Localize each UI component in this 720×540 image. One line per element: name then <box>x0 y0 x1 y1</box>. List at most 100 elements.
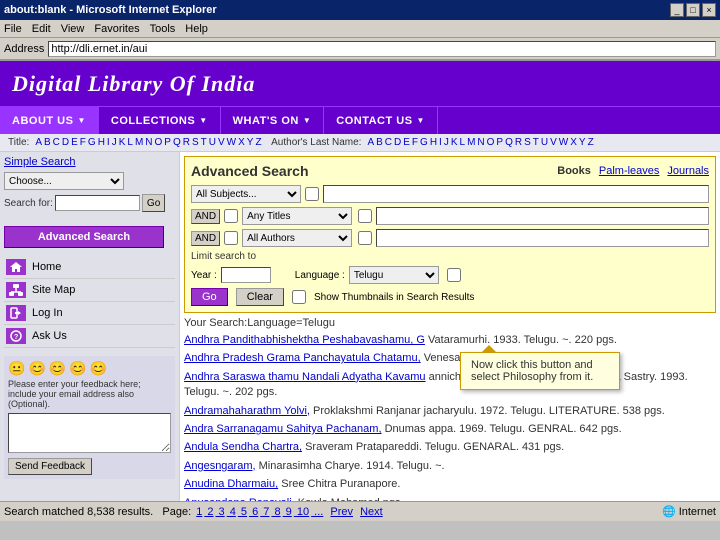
result-link[interactable]: Andula Sendha Chartra, <box>184 441 302 453</box>
author-alpha-Y[interactable]: Y <box>579 137 586 148</box>
result-link[interactable]: Anusandana Ranavali, <box>184 497 295 501</box>
adv-subject-input[interactable] <box>323 185 709 203</box>
adv-clear-button[interactable]: Clear <box>236 288 284 306</box>
adv-authors-select[interactable]: All Authors <box>242 229 352 247</box>
alpha-J[interactable]: J <box>112 137 117 148</box>
adv-tab-journals[interactable]: Journals <box>667 165 709 177</box>
author-alpha-F[interactable]: F <box>412 137 418 148</box>
result-link[interactable]: Andra Sarranagamu Sahitya Pachanam, <box>184 423 382 435</box>
adv-titles-check2[interactable] <box>358 209 372 223</box>
result-link[interactable]: Andhra Pandithabhishektha Peshabavashamu… <box>184 334 425 346</box>
adv-authors-check2[interactable] <box>358 231 372 245</box>
author-alpha-L[interactable]: L <box>460 137 466 148</box>
page-number-link[interactable]: 8 <box>271 506 280 518</box>
author-alpha-M[interactable]: M <box>467 137 475 148</box>
maximize-button[interactable]: □ <box>686 3 700 17</box>
feedback-textarea[interactable] <box>8 413 171 453</box>
page-number-link[interactable]: 7 <box>260 506 269 518</box>
simple-search-link[interactable]: Simple Search <box>4 156 175 168</box>
alpha-P[interactable]: P <box>164 137 171 148</box>
alpha-W[interactable]: W <box>227 137 236 148</box>
page-number-link[interactable]: 4 <box>227 506 236 518</box>
prev-link[interactable]: Prev <box>330 506 353 518</box>
alpha-G[interactable]: G <box>88 137 96 148</box>
sidebar-nav-login[interactable]: Log In <box>4 302 175 325</box>
alpha-M[interactable]: M <box>135 137 143 148</box>
adv-tab-palmleaves[interactable]: Palm-leaves <box>599 165 660 177</box>
alpha-F[interactable]: F <box>80 137 86 148</box>
advanced-search-button[interactable]: Advanced Search <box>4 226 164 248</box>
alpha-L[interactable]: L <box>127 137 133 148</box>
author-alpha-B[interactable]: B <box>376 137 383 148</box>
page-number-link[interactable]: 9 <box>283 506 292 518</box>
alpha-A[interactable]: A <box>35 137 42 148</box>
result-link[interactable]: Angesngaram, <box>184 460 256 472</box>
result-link[interactable]: Andhra Pradesh Grama Panchayatula Chatam… <box>184 352 421 364</box>
address-input[interactable] <box>48 41 716 57</box>
result-link[interactable]: Anudina Dharmaiu, <box>184 478 278 490</box>
alpha-Q[interactable]: Q <box>173 137 181 148</box>
menu-help[interactable]: Help <box>185 23 208 35</box>
author-alpha-P[interactable]: P <box>496 137 503 148</box>
author-alpha-Q[interactable]: Q <box>505 137 513 148</box>
adv-authors-checkbox[interactable] <box>224 231 238 245</box>
year-input[interactable] <box>221 267 271 283</box>
alpha-T[interactable]: T <box>201 137 207 148</box>
adv-titles-input[interactable] <box>376 207 709 225</box>
alpha-C[interactable]: C <box>53 137 60 148</box>
alpha-R[interactable]: R <box>183 137 190 148</box>
author-alpha-W[interactable]: W <box>559 137 568 148</box>
adv-tab-books[interactable]: Books <box>557 165 591 177</box>
author-alpha-H[interactable]: H <box>430 137 437 148</box>
author-alpha-N[interactable]: N <box>477 137 484 148</box>
nav-contact[interactable]: CONTACT US ▼ <box>324 107 438 134</box>
lang-checkbox[interactable] <box>447 268 461 282</box>
lang-select[interactable]: Telugu <box>349 266 439 284</box>
author-alpha-Z[interactable]: Z <box>588 137 594 148</box>
alpha-O[interactable]: O <box>155 137 163 148</box>
alpha-Z[interactable]: Z <box>255 137 261 148</box>
alpha-H[interactable]: H <box>98 137 105 148</box>
nav-about[interactable]: ABOUT US ▼ <box>0 107 99 134</box>
author-alpha-U[interactable]: U <box>541 137 548 148</box>
adv-subject-select[interactable]: All Subjects... <box>191 185 301 203</box>
result-link[interactable]: Andramahaharathm Yolvi, <box>184 405 310 417</box>
page-number-link[interactable]: 3 <box>216 506 225 518</box>
author-alpha-R[interactable]: R <box>515 137 522 148</box>
author-alpha-G[interactable]: G <box>420 137 428 148</box>
author-alpha-D[interactable]: D <box>394 137 401 148</box>
alpha-K[interactable]: K <box>119 137 126 148</box>
thumbnail-checkbox[interactable] <box>292 290 306 304</box>
alpha-I[interactable]: I <box>107 137 110 148</box>
alpha-Y[interactable]: Y <box>247 137 254 148</box>
alpha-B[interactable]: B <box>44 137 51 148</box>
page-number-link[interactable]: ... <box>311 506 323 518</box>
page-number-link[interactable]: 2 <box>204 506 213 518</box>
next-link[interactable]: Next <box>360 506 383 518</box>
result-link[interactable]: Andhra Saraswa thamu Nandali Adyatha Kav… <box>184 371 426 383</box>
alpha-X[interactable]: X <box>238 137 245 148</box>
choose-select[interactable]: Choose... <box>4 172 124 190</box>
page-number-link[interactable]: 10 <box>294 506 309 518</box>
adv-go-button[interactable]: Go <box>191 288 228 306</box>
author-alpha-A[interactable]: A <box>367 137 374 148</box>
author-alpha-J[interactable]: J <box>444 137 449 148</box>
alpha-D[interactable]: D <box>62 137 69 148</box>
author-alpha-E[interactable]: E <box>403 137 410 148</box>
minimize-button[interactable]: _ <box>670 3 684 17</box>
page-number-link[interactable]: 1 <box>196 506 202 518</box>
author-alpha-T[interactable]: T <box>533 137 539 148</box>
menu-tools[interactable]: Tools <box>150 23 176 35</box>
go-button[interactable]: Go <box>142 194 165 212</box>
close-button[interactable]: × <box>702 3 716 17</box>
nav-whatson[interactable]: WHAT'S ON ▼ <box>221 107 325 134</box>
alpha-S[interactable]: S <box>192 137 199 148</box>
alpha-V[interactable]: V <box>218 137 225 148</box>
author-alpha-V[interactable]: V <box>550 137 557 148</box>
menu-view[interactable]: View <box>61 23 85 35</box>
page-number-link[interactable]: 5 <box>238 506 247 518</box>
adv-titles-select[interactable]: Any Titles <box>242 207 352 225</box>
author-alpha-O[interactable]: O <box>487 137 495 148</box>
page-number-link[interactable]: 6 <box>249 506 258 518</box>
sidebar-nav-askus[interactable]: ? Ask Us <box>4 325 175 348</box>
